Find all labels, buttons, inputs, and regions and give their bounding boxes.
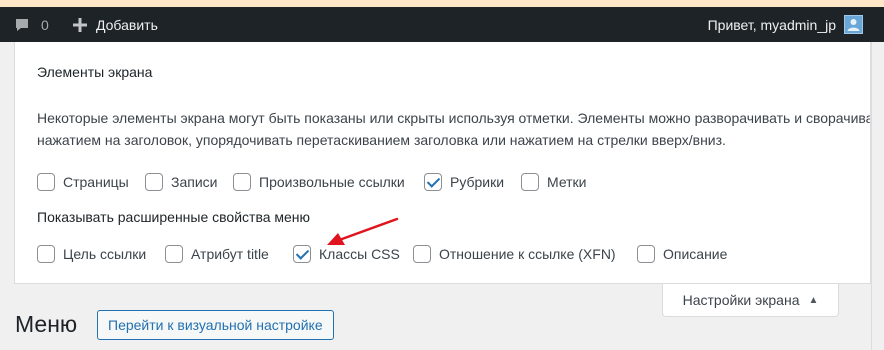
scrollbar-track[interactable] xyxy=(871,42,884,350)
box-categories-option[interactable]: Рубрики xyxy=(424,173,504,191)
description-line-2: нажатием на заголовок, упорядочивать пер… xyxy=(37,132,726,148)
box-categories-checkbox[interactable] xyxy=(424,173,442,191)
plus-icon xyxy=(73,17,87,32)
comments-count: 0 xyxy=(41,16,49,33)
manage-with-live-preview-button[interactable]: Перейти к визуальной настройке xyxy=(97,310,334,340)
my-account-menu[interactable]: Привет, myadmin_jp xyxy=(708,7,836,42)
avatar-image-icon xyxy=(847,19,860,31)
adv-xfn-label: Отношение к ссылке (XFN) xyxy=(439,246,616,262)
page-title: Меню xyxy=(15,311,78,337)
adv-link-target-option[interactable]: Цель ссылки xyxy=(37,245,146,263)
adv-link-target-label: Цель ссылки xyxy=(63,246,147,262)
adv-title-attribute-label: Атрибут title xyxy=(191,246,269,262)
new-content-label: Добавить xyxy=(96,16,158,33)
advanced-properties-heading: Показывать расширенные свойства меню xyxy=(37,209,311,225)
adv-title-attribute-option[interactable]: Атрибут title xyxy=(165,245,269,263)
box-custom-links-label: Произвольные ссылки xyxy=(259,174,405,190)
adv-css-classes-label: Классы CSS xyxy=(319,246,400,262)
triangle-up-icon: ▲ xyxy=(808,294,819,306)
user-avatar[interactable] xyxy=(844,15,863,34)
comment-bubble-icon xyxy=(16,18,28,31)
adv-xfn-option[interactable]: Отношение к ссылке (XFN) xyxy=(413,245,616,263)
box-posts-checkbox[interactable] xyxy=(145,173,163,191)
screen-options-toggle-button[interactable]: Настройки экрана ▲ xyxy=(662,284,839,317)
adv-css-classes-option[interactable]: Классы CSS xyxy=(293,245,400,263)
adv-description-label: Описание xyxy=(663,246,728,262)
adv-css-classes-checkbox[interactable] xyxy=(293,245,311,263)
adv-xfn-checkbox[interactable] xyxy=(413,245,431,263)
box-pages-checkbox[interactable] xyxy=(37,173,55,191)
box-categories-label: Рубрики xyxy=(450,174,505,190)
box-pages-label: Страницы xyxy=(63,174,129,190)
box-custom-links-checkbox[interactable] xyxy=(233,173,251,191)
screen-options-heading: Элементы экрана xyxy=(37,64,153,80)
adv-description-option[interactable]: Описание xyxy=(637,245,727,263)
box-tags-option[interactable]: Метки xyxy=(521,173,587,191)
box-tags-label: Метки xyxy=(547,174,587,190)
box-posts-label: Записи xyxy=(171,174,218,190)
adv-link-target-checkbox[interactable] xyxy=(37,245,55,263)
comments-menu[interactable]: 0 xyxy=(14,7,49,42)
box-posts-option[interactable]: Записи xyxy=(145,173,217,191)
new-content-menu[interactable]: Добавить xyxy=(72,7,158,42)
box-tags-checkbox[interactable] xyxy=(521,173,539,191)
adv-description-checkbox[interactable] xyxy=(637,245,655,263)
screen-options-toggle-label: Настройки экрана xyxy=(682,292,800,308)
greeting-text: Привет, myadmin_jp xyxy=(707,16,836,33)
description-line-1: Некоторые элементы экрана могут быть пок… xyxy=(37,110,871,126)
adv-title-attribute-checkbox[interactable] xyxy=(165,245,183,263)
box-custom-links-option[interactable]: Произвольные ссылки xyxy=(233,173,405,191)
top-notice-strip xyxy=(0,0,884,7)
screen-options-description: Некоторые элементы экрана могут быть пок… xyxy=(37,107,871,151)
admin-bar: 0 Добавить Привет, myadmin_jp xyxy=(0,7,884,42)
screen-options-panel: Элементы экрана Некоторые элементы экран… xyxy=(14,42,871,284)
box-pages-option[interactable]: Страницы xyxy=(37,173,129,191)
